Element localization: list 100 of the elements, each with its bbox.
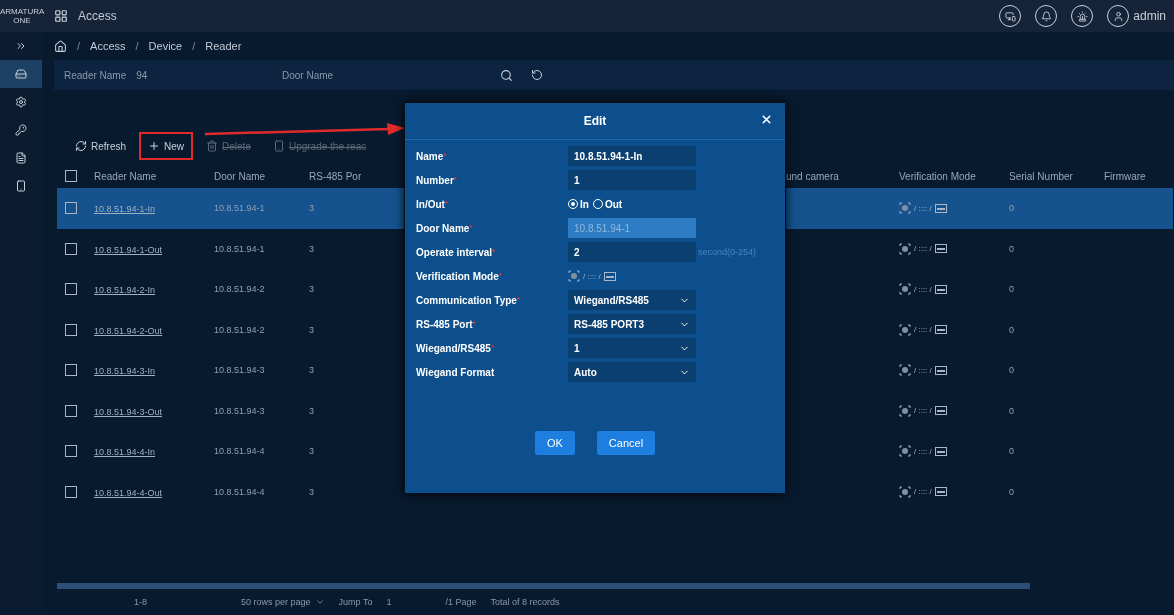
table-row[interactable]: / :::: / 0 — [786, 188, 1173, 229]
reader-link[interactable]: 10.8.51.94-4-In — [94, 447, 156, 458]
breadcrumb-item[interactable]: Device — [148, 40, 183, 52]
checkbox[interactable] — [65, 283, 77, 296]
table-row[interactable]: 10.8.51.94-1-In 10.8.51.94-1 3 — [57, 188, 404, 229]
apps-grid-icon[interactable] — [54, 9, 68, 23]
checkbox[interactable] — [65, 202, 77, 215]
reset-icon[interactable] — [531, 69, 543, 81]
text-field[interactable]: 1 — [568, 170, 696, 190]
radio-label: Out — [604, 198, 623, 210]
field-label: Communication Type* — [416, 294, 522, 306]
field-label: Operate interval* — [416, 246, 497, 258]
refresh-icon — [75, 140, 87, 152]
table-cell-text: 10.8.51.94-1 — [214, 203, 266, 214]
sidebar-item[interactable] — [0, 60, 42, 88]
card-icon — [934, 446, 947, 456]
field-label: RS-485 Port* — [416, 318, 477, 330]
select-field[interactable]: Auto — [568, 362, 696, 382]
table-cell-text: 10.8.51.94-1 — [214, 243, 266, 254]
card-icon — [934, 365, 947, 375]
search-icon[interactable] — [500, 68, 513, 82]
table-cell-text: 3 — [309, 324, 315, 335]
page-input[interactable]: 1 — [386, 597, 392, 607]
table-cell-text: 3 — [309, 446, 315, 457]
table-row[interactable]: 10.8.51.94-4-In 10.8.51.94-4 3 — [57, 431, 404, 472]
mode-separator: / :::: / — [914, 244, 932, 254]
mode-separator: / :::: / — [914, 365, 932, 375]
field-label: Wiegand/RS485* — [416, 342, 496, 354]
column-header: Firmware — [1104, 170, 1147, 182]
reader-link[interactable]: 10.8.51.94-2-Out — [94, 325, 163, 336]
table-cell-text: 3 — [309, 486, 315, 497]
checkbox[interactable] — [65, 242, 77, 255]
reader-link[interactable]: 10.8.51.94-3-Out — [94, 406, 163, 417]
close-button[interactable] — [760, 113, 773, 126]
table-row[interactable]: / :::: / 0 — [786, 471, 1173, 512]
table-row[interactable]: 10.8.51.94-2-In 10.8.51.94-2 3 — [57, 269, 404, 310]
chevron-down-icon — [314, 597, 325, 607]
field-label: Verification Mode* — [416, 270, 503, 282]
field-label: Door Name* — [416, 222, 474, 234]
page-range: 1-8 — [134, 597, 147, 607]
search-field[interactable]: Reader Name 94 — [64, 64, 264, 86]
face-scan-icon — [568, 270, 580, 282]
card-icon — [934, 244, 947, 254]
mode-separator: / :::: / — [914, 406, 932, 416]
checkbox[interactable] — [65, 323, 77, 336]
user-name[interactable]: admin — [1133, 9, 1166, 23]
mode-separator: / :::: / — [914, 446, 932, 456]
checkbox[interactable] — [65, 445, 77, 458]
table-cell-text: 0 — [1009, 405, 1015, 416]
field-label: Name* — [416, 150, 448, 162]
column-header: RS-485 Por — [309, 170, 363, 182]
dialog-button[interactable]: Cancel — [596, 431, 656, 455]
select-field[interactable]: RS-485 PORT3 — [568, 314, 696, 334]
total-records: Total of 8 records — [490, 597, 560, 607]
table-row[interactable]: 10.8.51.94-4-Out 10.8.51.94-4 3 — [57, 471, 404, 512]
table-row[interactable]: / :::: / 0 — [786, 431, 1173, 472]
table-cell-text: 10.8.51.94-2 — [214, 284, 266, 295]
table-row[interactable]: / :::: / 0 — [786, 269, 1173, 310]
jump-label: Jump To — [338, 597, 373, 607]
table-cell-text: 0 — [1009, 203, 1015, 214]
table-cell-text: 3 — [309, 243, 315, 254]
dialog-button[interactable]: OK — [534, 431, 575, 455]
checkbox[interactable] — [65, 170, 77, 182]
breadcrumb-item[interactable]: Reader — [205, 40, 242, 52]
checkbox[interactable] — [65, 485, 77, 498]
search-field[interactable]: Door Name — [282, 64, 482, 86]
text-field[interactable]: 2 — [568, 242, 696, 262]
phone-icon — [15, 180, 27, 192]
breadcrumb-item[interactable]: Access — [90, 40, 126, 52]
reader-link[interactable]: 10.8.51.94-1-Out — [94, 244, 163, 255]
table-row[interactable]: / :::: / 0 — [786, 309, 1173, 350]
face-scan-icon — [899, 202, 911, 215]
reader-link[interactable]: 10.8.51.94-4-Out — [94, 487, 163, 498]
reader-link[interactable]: 10.8.51.94-2-In — [94, 285, 156, 296]
table-row[interactable]: 10.8.51.94-3-Out 10.8.51.94-3 3 — [57, 390, 404, 431]
home-icon[interactable] — [54, 39, 67, 53]
table-cell-text: 3 — [309, 284, 315, 295]
select-field[interactable]: Wiegand/RS485 — [568, 290, 696, 310]
toolbar-button[interactable]: Refresh — [66, 132, 135, 160]
select-field[interactable]: 1 — [568, 338, 696, 358]
face-scan-icon — [899, 323, 911, 336]
table-row[interactable]: 10.8.51.94-1-Out 10.8.51.94-1 3 — [57, 228, 404, 269]
table-row[interactable]: / :::: / 0 — [786, 228, 1173, 269]
toolbar-button[interactable]: New — [139, 132, 194, 160]
reader-link[interactable]: 10.8.51.94-3-In — [94, 366, 156, 377]
table-row[interactable]: 10.8.51.94-3-In 10.8.51.94-3 3 — [57, 350, 404, 391]
scrollbar[interactable] — [57, 583, 1030, 589]
checkbox[interactable] — [65, 404, 77, 417]
table-row[interactable]: / :::: / 0 — [786, 390, 1173, 431]
text-field[interactable]: 10.8.51.94-1-In — [568, 146, 696, 166]
table-cell-text: 10.8.51.94-3 — [214, 405, 266, 416]
device-icon — [272, 140, 285, 152]
table-row[interactable]: / :::: / 0 — [786, 350, 1173, 391]
mode-separator: / :::: / — [583, 271, 601, 281]
table-row[interactable]: 10.8.51.94-2-Out 10.8.51.94-2 3 — [57, 309, 404, 350]
checkbox[interactable] — [65, 364, 77, 377]
field-hint: second(0-254) — [697, 247, 758, 257]
face-scan-icon — [899, 242, 911, 255]
rows-per-page-select[interactable]: 50 rows per page — [241, 597, 325, 607]
reader-link[interactable]: 10.8.51.94-1-In — [94, 204, 156, 215]
